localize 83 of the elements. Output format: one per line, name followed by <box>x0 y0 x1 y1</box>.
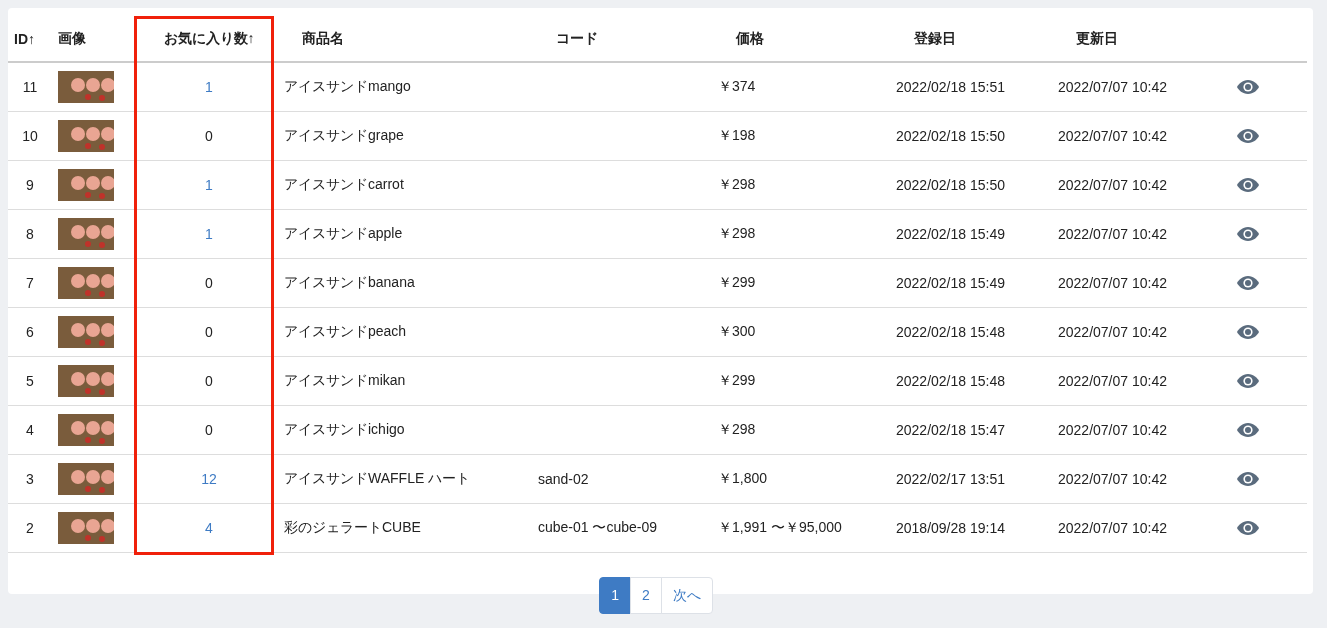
table-cell: 11 <box>22 79 38 95</box>
table-cell: アイスサンドmikan <box>284 372 406 388</box>
table-cell: 彩のジェラートCUBE <box>284 519 421 535</box>
page-link[interactable]: 1 <box>599 577 631 614</box>
table-cell: 2022/02/18 15:51 <box>896 79 1005 95</box>
table-cell: 2022/07/07 10:42 <box>1058 226 1167 242</box>
table-cell: アイスサンドmango <box>284 78 411 94</box>
view-icon[interactable] <box>1236 471 1260 487</box>
view-icon[interactable] <box>1236 79 1260 95</box>
view-icon[interactable] <box>1236 373 1260 389</box>
table-cell: 2022/07/07 10:42 <box>1058 177 1167 193</box>
column-header[interactable]: コード <box>532 16 712 62</box>
table-cell: 2022/02/18 15:49 <box>896 226 1005 242</box>
table-cell: 2022/02/18 15:49 <box>896 275 1005 291</box>
table-cell: 2022/02/18 15:50 <box>896 177 1005 193</box>
favorites-link[interactable]: 1 <box>205 226 213 242</box>
table-cell: ￥1,991 〜￥95,000 <box>718 519 842 535</box>
column-header[interactable]: 価格 <box>712 16 890 62</box>
table-cell: ￥374 <box>718 78 756 94</box>
table-cell: 2022/07/07 10:42 <box>1058 128 1167 144</box>
table-cell: 2022/02/17 13:51 <box>896 471 1005 487</box>
table-cell: アイスサンドichigo <box>284 421 405 437</box>
table-cell: 2022/02/18 15:50 <box>896 128 1005 144</box>
table-cell: 8 <box>26 226 34 242</box>
table-cell: アイスサンドpeach <box>284 323 407 339</box>
table-cell: 6 <box>26 324 34 340</box>
column-header[interactable]: 商品名 <box>278 16 532 62</box>
view-icon[interactable] <box>1236 226 1260 242</box>
favorites-link[interactable]: 1 <box>205 177 213 193</box>
table-cell: アイスサンドapple <box>284 225 403 241</box>
table-cell: 2 <box>26 520 34 536</box>
view-icon[interactable] <box>1236 520 1260 536</box>
table-cell: 2022/02/18 15:48 <box>896 373 1005 389</box>
favorites-link[interactable]: 12 <box>201 471 217 487</box>
column-header[interactable]: お気に入り数↑ <box>140 16 278 62</box>
column-header[interactable]: ID↑ <box>8 16 52 62</box>
table-cell: 0 <box>205 373 213 389</box>
view-icon[interactable] <box>1236 422 1260 438</box>
table-cell: ￥299 <box>718 274 756 290</box>
favorites-link[interactable]: 1 <box>205 79 213 95</box>
view-icon[interactable] <box>1236 177 1260 193</box>
table-cell: 2018/09/28 19:14 <box>896 520 1005 536</box>
view-icon[interactable] <box>1236 275 1260 291</box>
table-cell: ￥300 <box>718 323 756 339</box>
table-cell: 0 <box>205 422 213 438</box>
table-cell: アイスサンドWAFFLE ハート <box>284 470 471 486</box>
table-cell: 2022/07/07 10:42 <box>1058 422 1167 438</box>
table-cell: 10 <box>22 128 38 144</box>
table-cell: 4 <box>26 422 34 438</box>
column-header[interactable]: 更新日 <box>1052 16 1230 62</box>
table-cell: sand-02 <box>538 471 589 487</box>
column-header[interactable]: 画像 <box>52 16 140 62</box>
table-cell: 2022/07/07 10:42 <box>1058 275 1167 291</box>
table-cell: 5 <box>26 373 34 389</box>
table-cell: アイスサンドgrape <box>284 127 404 143</box>
table-cell: 0 <box>205 275 213 291</box>
table-cell: 2022/02/18 15:48 <box>896 324 1005 340</box>
table-cell: 2022/07/07 10:42 <box>1058 79 1167 95</box>
table-cell: ￥298 <box>718 176 756 192</box>
table-cell: アイスサンドbanana <box>284 274 415 290</box>
table-cell: ￥198 <box>718 127 756 143</box>
table-cell: 3 <box>26 471 34 487</box>
table-cell: 2022/07/07 10:42 <box>1058 373 1167 389</box>
table-cell: ￥299 <box>718 372 756 388</box>
view-icon[interactable] <box>1236 128 1260 144</box>
table-cell: ￥298 <box>718 225 756 241</box>
table-cell: 2022/07/07 10:42 <box>1058 324 1167 340</box>
column-header[interactable]: 登録日 <box>890 16 1052 62</box>
table-cell: 2022/07/07 10:42 <box>1058 471 1167 487</box>
page-link[interactable]: 2 <box>630 577 662 614</box>
table-cell: 7 <box>26 275 34 291</box>
favorites-link[interactable]: 4 <box>205 520 213 536</box>
page-link[interactable]: 次へ <box>660 577 713 614</box>
table-cell: ￥1,800 <box>718 470 768 486</box>
view-icon[interactable] <box>1236 324 1260 340</box>
table-cell: 0 <box>205 128 213 144</box>
table-cell: 9 <box>26 177 34 193</box>
table-cell: 2022/07/07 10:42 <box>1058 520 1167 536</box>
table-cell: cube-01 〜cube-09 <box>538 519 658 535</box>
table-cell: アイスサンドcarrot <box>284 176 404 192</box>
table-cell: ￥298 <box>718 421 756 437</box>
table-cell: 0 <box>205 324 213 340</box>
table-cell: 2022/02/18 15:47 <box>896 422 1005 438</box>
